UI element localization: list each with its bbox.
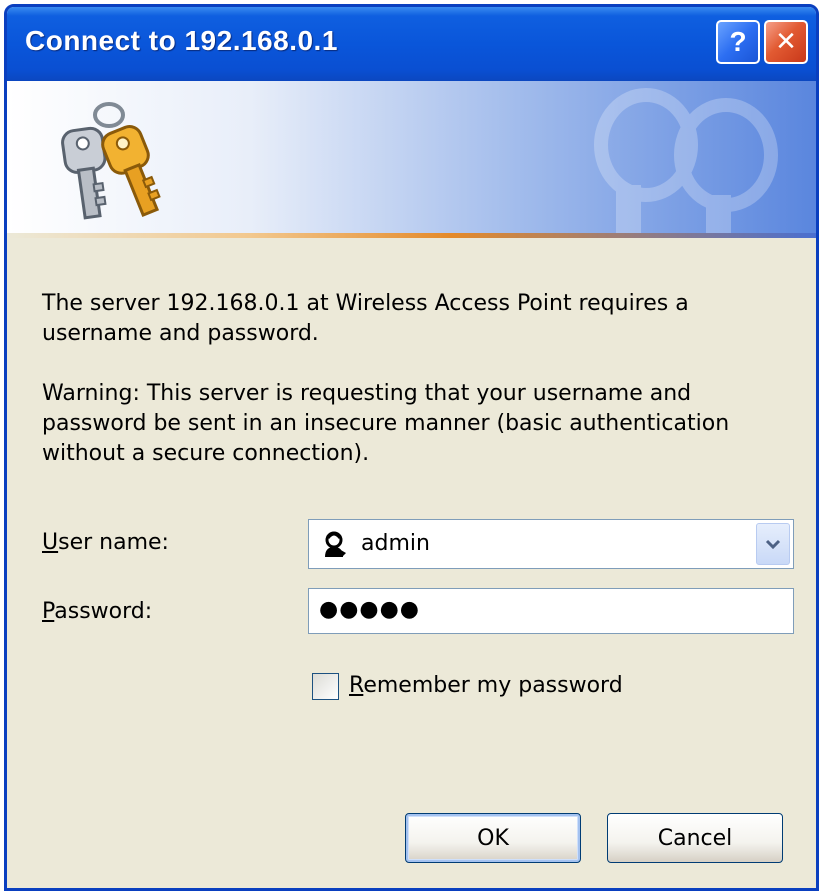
security-warning: Warning: This server is requesting that … (42, 381, 730, 466)
banner-divider (7, 233, 816, 238)
password-label-text: assword: (54, 599, 153, 624)
remember-accelerator: R (349, 673, 364, 698)
help-button[interactable]: ? (716, 20, 760, 64)
user-icon (321, 531, 347, 557)
keys-icon (61, 102, 161, 220)
username-label-text: ser name: (58, 530, 169, 555)
login-dialog: Connect to 192.168.0.1 ? ✕ The server 19… (4, 4, 819, 891)
keys-watermark-icon (594, 88, 778, 235)
title-bar[interactable]: Connect to 192.168.0.1 ? ✕ (7, 7, 816, 81)
username-dropdown-button[interactable] (756, 523, 790, 565)
username-label: User name: (42, 530, 169, 555)
close-button[interactable]: ✕ (764, 20, 808, 64)
username-combobox[interactable]: admin (308, 519, 794, 569)
ok-button[interactable]: OK (405, 813, 581, 863)
remember-password-label[interactable]: Remember my password (349, 673, 623, 698)
close-icon: ✕ (775, 27, 797, 57)
password-accelerator: P (42, 599, 55, 624)
username-accelerator: U (42, 530, 59, 555)
password-input[interactable]: ●●●●● (308, 588, 794, 634)
cancel-button[interactable]: Cancel (607, 813, 783, 863)
server-message: The server 192.168.0.1 at Wireless Acces… (42, 291, 689, 346)
window-title: Connect to 192.168.0.1 (25, 25, 338, 56)
help-icon: ? (729, 26, 747, 57)
chevron-down-icon (765, 539, 781, 550)
password-value: ●●●●● (319, 597, 420, 622)
remember-password-checkbox[interactable] (312, 673, 339, 700)
password-label: Password: (42, 599, 152, 624)
remember-label-text: emember my password (363, 673, 623, 698)
username-value: admin (361, 531, 430, 556)
